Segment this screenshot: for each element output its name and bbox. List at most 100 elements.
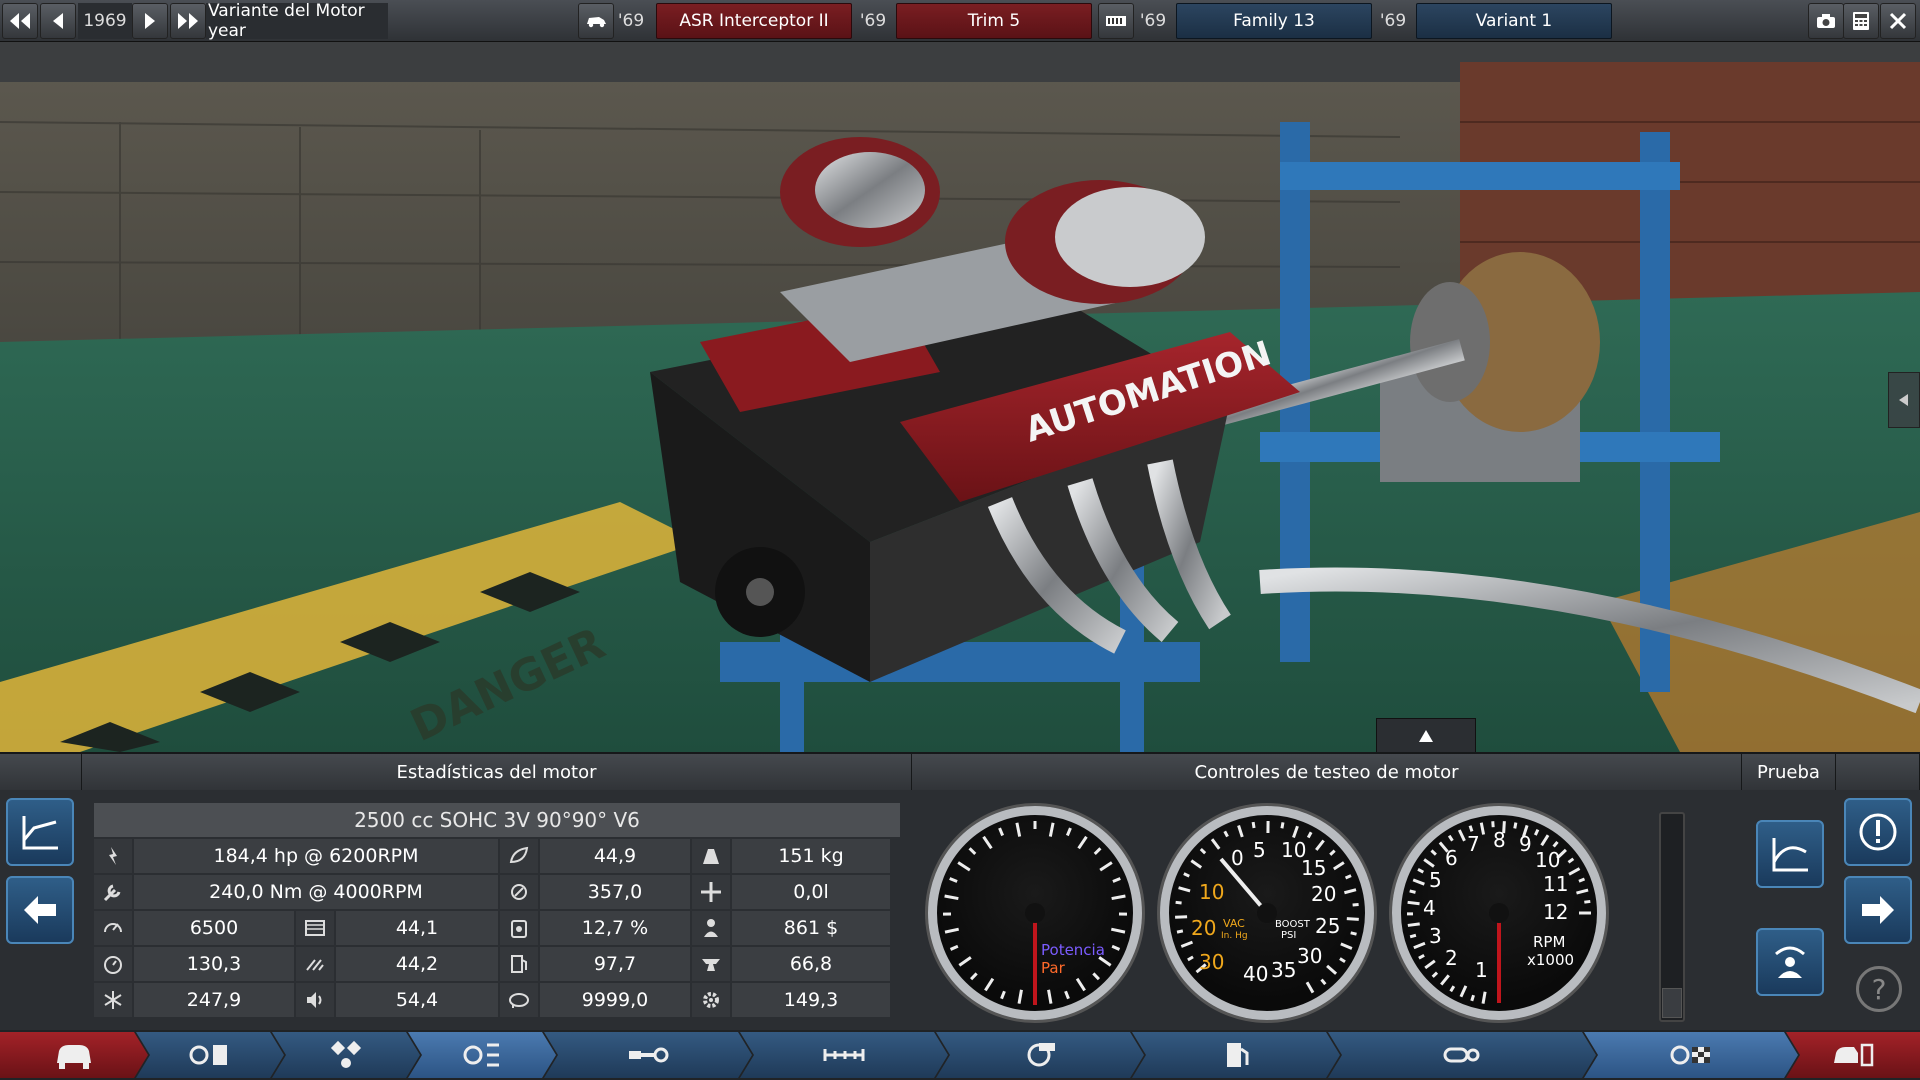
nav-tab-engine-variant[interactable] [408,1032,556,1078]
family-field[interactable]: Family 13 [1176,3,1372,39]
back-button[interactable] [6,876,74,944]
calculator-button[interactable] [1843,3,1879,39]
calculator-icon [1853,12,1869,30]
next-button[interactable] [1844,876,1912,944]
stats-row: 6500 44,1 12,7 % 861 $ [94,911,900,947]
gauge-tick-mark [1077,835,1088,850]
engine-test-button[interactable] [1756,928,1824,996]
gauge-tick-mark [968,847,977,856]
boost-tick: 20 [1311,882,1336,906]
weight-value: 151 kg [732,839,890,873]
gauge-tick-mark [1099,861,1113,872]
nav-tab-family-files[interactable] [136,1032,284,1078]
left-arrow-icon [53,13,63,29]
nav-tab-car-engine[interactable] [1786,1032,1920,1078]
boost-tick: 25 [1315,914,1340,938]
gauge-tick-mark [1350,931,1357,936]
rpm-tick: 1 [1475,958,1488,982]
gauge-tick-mark [1576,888,1589,895]
gauge-tick-mark [1183,872,1190,878]
nav-tab-test[interactable] [1584,1032,1798,1078]
next-year-button[interactable] [132,3,168,39]
nav-tab-aspiration[interactable] [936,1032,1144,1078]
power-icon-cell [94,839,132,873]
screenshot-button[interactable] [1808,3,1844,39]
fuel-capacity-icon-cell [692,875,730,909]
turbocharger-icon [1017,1039,1063,1071]
gauge-tick-mark [1423,858,1435,868]
power-torque-gauge: Potencia Par [928,806,1142,1020]
nav-tab-engine-family[interactable] [272,1032,420,1078]
fuel-can-icon [511,920,527,938]
variant-field[interactable]: Variant 1 [1416,3,1612,39]
nav-tab-exhaust[interactable] [1328,1032,1596,1078]
vacuum-tick: 10 [1199,880,1224,904]
boost-tick: 5 [1253,838,1266,862]
warnings-button[interactable] [1844,798,1912,866]
octane-value: 97,7 [540,947,690,981]
gauge-tick-mark [1199,848,1207,855]
gauge-tick-mark [982,835,993,850]
responsiveness-value: 44,2 [336,947,498,981]
gauge-tick-mark [1552,841,1559,848]
gauge-tick-mark [1251,821,1256,829]
gauge-tick-mark [1424,959,1436,970]
service-icon-cell [500,983,538,1017]
last-year-button[interactable] [170,3,206,39]
gauge-tick-mark [949,944,959,951]
car-model-button[interactable] [578,3,614,39]
family-year-short: '69 [1139,11,1167,31]
side-panel-toggle[interactable] [1888,372,1920,428]
question-mark-icon: ? [1871,972,1887,1006]
car-name-field[interactable]: ASR Interceptor II [656,3,852,39]
boost-needle [1219,857,1269,915]
first-year-button[interactable] [2,3,38,39]
close-button[interactable] [1880,3,1916,39]
boost-dial: 0 5 10 15 20 25 30 35 40 10 20 30 VAC In… [1175,820,1359,994]
gauge-tick-mark [1017,989,1023,1004]
lightning-icon [109,847,117,865]
throttle-slider[interactable] [1659,812,1685,1022]
nav-tab-bottom-end[interactable] [544,1032,752,1078]
nav-tab-car[interactable] [0,1032,148,1078]
gauge-tick-mark [1065,827,1072,837]
nav-tab-fuel[interactable] [1132,1032,1340,1078]
move-cross-icon [701,882,721,902]
trim-field[interactable]: Trim 5 [896,3,1092,39]
noise-value: 54,4 [336,983,498,1017]
radiator-icon-cell [296,911,334,945]
stats-row: 130,3 44,2 97,7 66,8 [94,947,900,983]
rpm-label: RPM [1533,933,1565,951]
camera-icon [1817,14,1835,28]
cooling-value: 44,1 [336,911,498,945]
gauge-tick-mark [1344,888,1357,895]
camshaft-icon [821,1039,867,1071]
gauge-tick-mark [1305,981,1315,994]
stopwatch-flag-icon [1668,1039,1714,1071]
expand-panel-button[interactable] [1376,718,1476,752]
gauge-tick-mark [1292,825,1299,839]
gauge-tick-mark [1210,838,1221,850]
help-button[interactable]: ? [1856,966,1902,1012]
nav-tab-top-end[interactable] [740,1032,948,1078]
gauge-tick-mark [998,827,1005,837]
dyno-graph-button[interactable] [1756,820,1824,888]
engine-family-button[interactable] [1098,3,1134,39]
gauge-tick-mark [1280,822,1285,829]
prev-year-button[interactable] [40,3,76,39]
engine-graph-button[interactable] [6,798,74,866]
left-triangle-icon [1899,394,1908,406]
turbo-icon [509,993,529,1008]
smoothness-value: 130,3 [134,947,294,981]
rpm-tick: 9 [1519,832,1532,856]
gauge-tick-mark [1479,822,1486,835]
up-triangle-icon [1419,729,1433,742]
gauge-tick-mark [1333,861,1345,871]
weight-icon-cell [692,839,730,873]
left-arrow-icon [24,896,56,924]
throttle-handle[interactable] [1662,988,1682,1018]
gauge-tick-mark [1352,902,1359,907]
scene-illustration: AUTOMATION DANGER [0,42,1920,752]
gauge-tick-mark [949,877,958,883]
gauge-tick-mark [1237,825,1244,838]
